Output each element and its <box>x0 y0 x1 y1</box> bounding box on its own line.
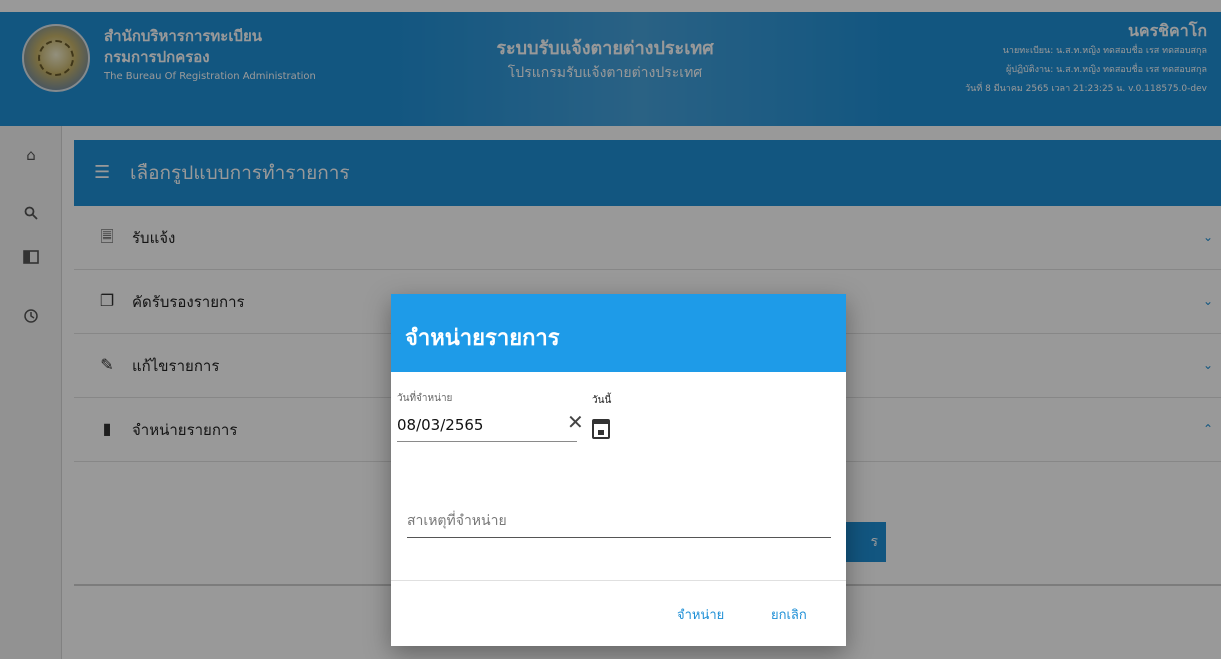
dispose-date-input[interactable] <box>397 408 577 442</box>
dispose-button[interactable]: จำหน่าย <box>677 599 724 629</box>
dispose-dialog: จำหน่ายรายการ วันที่จำหน่าย ✕ วันนี้ จำห… <box>391 294 846 646</box>
date-label: วันที่จำหน่าย <box>397 393 453 404</box>
clear-icon[interactable]: ✕ <box>567 410 584 434</box>
dispose-reason-input[interactable] <box>407 504 831 538</box>
calendar-icon[interactable] <box>592 419 610 439</box>
dialog-actions: จำหน่าย ยกเลิก <box>391 580 846 646</box>
dialog-header: จำหน่ายรายการ <box>391 294 846 372</box>
dialog-title: จำหน่ายรายการ <box>405 326 560 351</box>
today-label: วันนี้ <box>592 395 612 406</box>
cancel-button[interactable]: ยกเลิก <box>771 599 807 629</box>
